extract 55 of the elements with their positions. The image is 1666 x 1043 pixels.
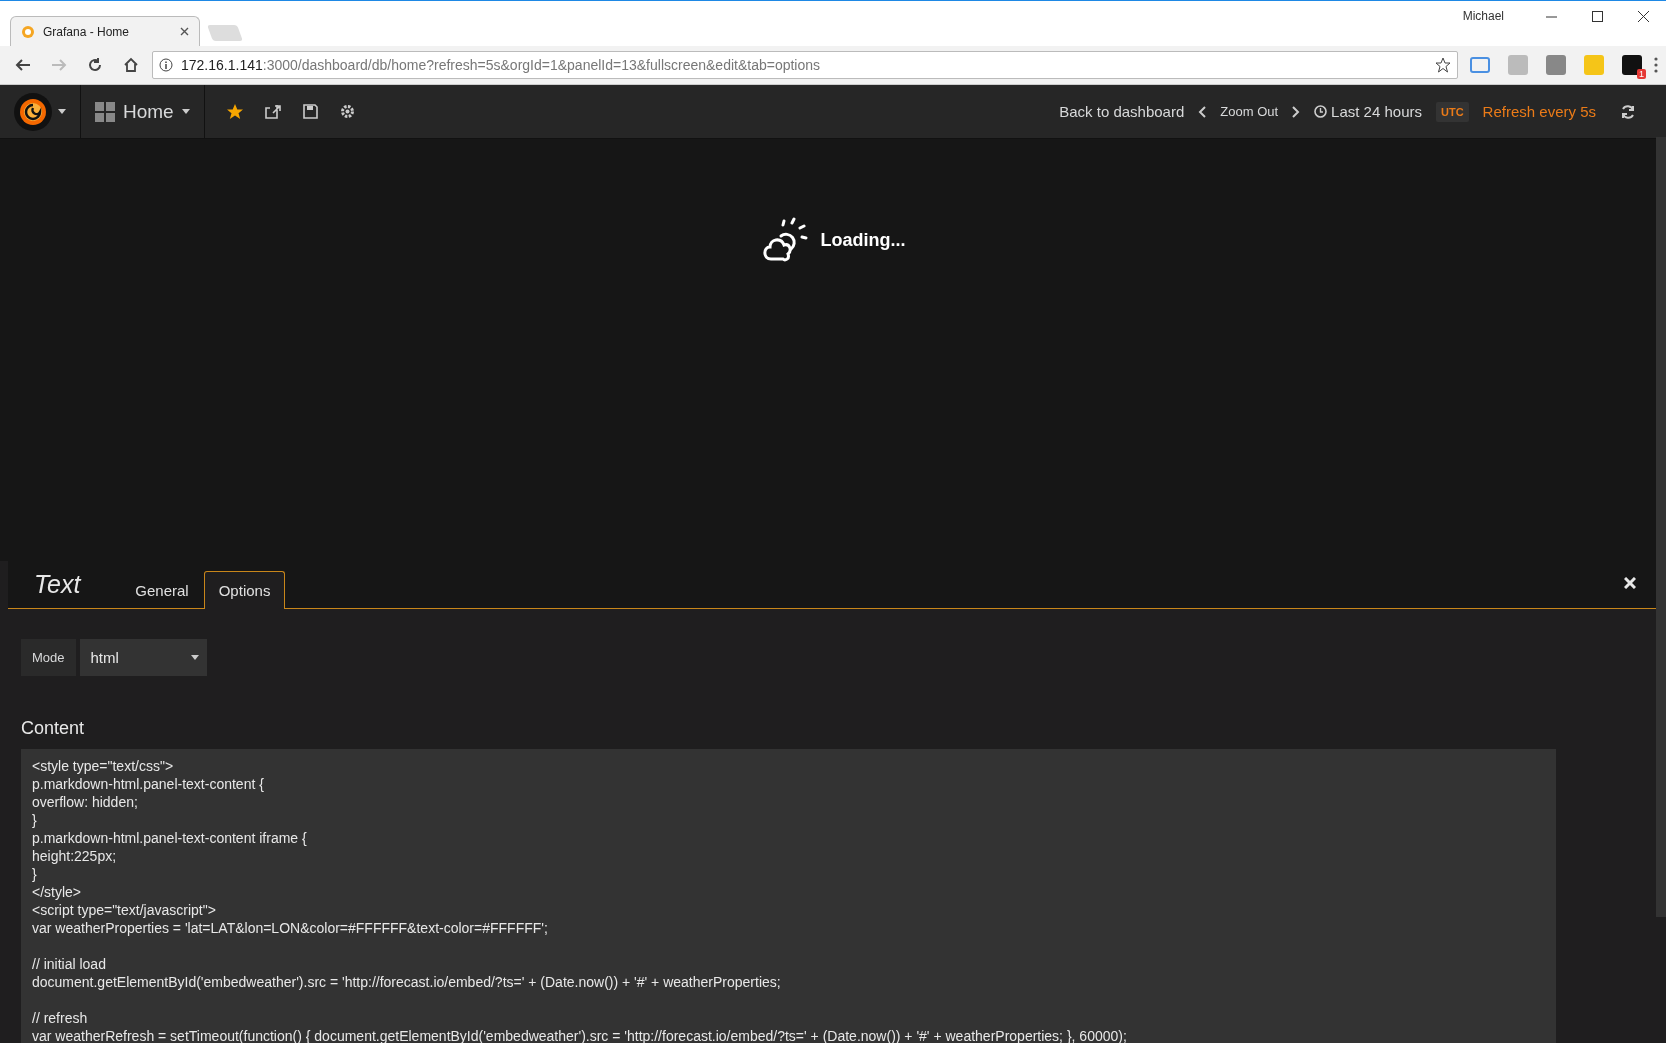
profile-name[interactable]: Michael xyxy=(1462,9,1504,23)
dashboard-grid-icon xyxy=(95,101,115,122)
menu-icon[interactable] xyxy=(1654,57,1658,73)
close-icon[interactable] xyxy=(1637,10,1649,22)
caret-icon xyxy=(190,655,199,660)
code-line: height:225px; xyxy=(32,847,118,865)
code-line: p.markdown-html.panel-text-content { xyxy=(32,775,265,793)
panel-type-title: Text xyxy=(34,570,81,599)
zoom-out-button[interactable]: Zoom Out xyxy=(1220,104,1279,119)
scrollbar[interactable] xyxy=(1656,137,1666,917)
caret-icon[interactable] xyxy=(58,109,66,114)
code-line: var weatherRefresh = setTimeout(function() { document.getElementById('embedweather').src = 'http://forecast.io/embed/?ts=' + (Date.now()) + '#' + weatherProperties; }, 60000); xyxy=(32,1027,1128,1043)
address-bar[interactable]: 172.16.1.141:3000/dashboard/db/home?refresh=5s&orgId=1&panelId=13&fullscreen&edit&tab=options xyxy=(152,51,1458,79)
refresh-icon[interactable] xyxy=(1620,103,1636,120)
share-icon[interactable] xyxy=(264,104,281,119)
editor-tab[interactable]: General xyxy=(120,571,204,609)
code-line: <style type="text/css"> xyxy=(32,757,175,775)
code-line: overflow: hidden; xyxy=(32,793,139,811)
time-range-picker[interactable]: Last 24 hours xyxy=(1314,103,1422,120)
editor-tab[interactable]: Options xyxy=(203,571,286,609)
code-line: } xyxy=(32,811,38,829)
chevron-right-icon[interactable] xyxy=(1292,105,1301,118)
code-line: <script type="text/javascript"> xyxy=(32,901,217,919)
settings-icon[interactable] xyxy=(339,104,355,119)
content-label: Content xyxy=(21,718,86,739)
maximize-icon[interactable] xyxy=(1591,10,1603,22)
code-line: } xyxy=(32,865,38,883)
dashboard-picker[interactable]: Home xyxy=(81,85,205,138)
code-line: </style> xyxy=(32,883,83,901)
reload-icon[interactable] xyxy=(87,57,103,73)
back-to-dashboard-button[interactable]: Back to dashboard xyxy=(1059,103,1185,120)
code-line: // refresh xyxy=(32,1009,89,1027)
star-icon[interactable] xyxy=(226,103,243,120)
code-line: document.getElementById('embedweather').src = 'http://forecast.io/embed/?ts=' + (Date.now()) + '#' + weatherProperties; xyxy=(32,973,782,991)
code-line: var weatherProperties = 'lat=LAT&lon=LON&color=#FFFFFF&text-color=#FFFFFF'; xyxy=(32,919,549,937)
code-line: p.markdown-html.panel-text-content iframe { xyxy=(32,829,308,847)
timezone-label: UTC xyxy=(1436,101,1469,122)
info-icon xyxy=(159,58,173,72)
mode-label: Mode xyxy=(21,639,76,676)
home-icon[interactable] xyxy=(123,57,139,73)
loading-text: Loading... xyxy=(820,229,906,251)
caret-icon xyxy=(181,109,190,114)
star-icon[interactable] xyxy=(1435,57,1451,73)
close-icon[interactable] xyxy=(180,27,189,36)
notification-badge: 1 xyxy=(1637,69,1646,79)
chevron-left-icon[interactable] xyxy=(1198,105,1207,118)
code-line: // initial load xyxy=(32,955,107,973)
save-icon[interactable] xyxy=(302,104,318,119)
back-arrow-icon[interactable] xyxy=(15,58,31,72)
browser-tab[interactable]: Grafana - Home xyxy=(10,16,200,46)
weather-cloud-sun-icon xyxy=(760,217,809,263)
refresh-interval-button[interactable]: Refresh every 5s xyxy=(1482,103,1596,120)
extension-icon[interactable] xyxy=(1470,57,1490,73)
clock-icon xyxy=(1314,105,1328,118)
mode-dropdown[interactable]: html xyxy=(79,639,207,676)
